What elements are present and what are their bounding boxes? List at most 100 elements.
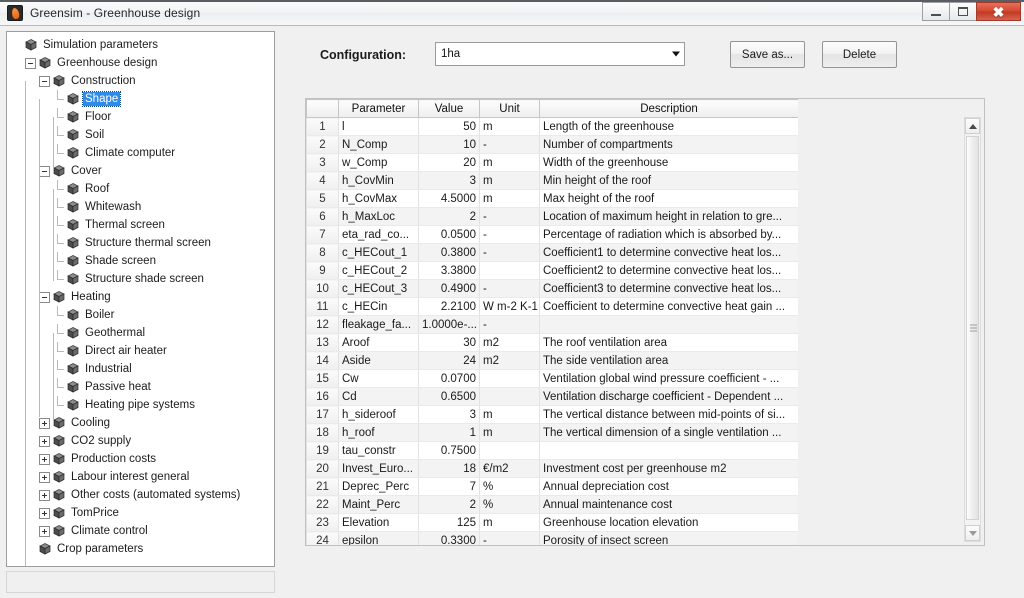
table-row[interactable]: 16 Cd 0.6500 Ventilation discharge coeffici…: [306, 387, 798, 406]
description-cell[interactable]: Coefficient3 to determine convective hea…: [539, 279, 798, 298]
tree-item-climate-control[interactable]: Climate control: [7, 522, 274, 540]
close-button[interactable]: ✖: [976, 2, 1021, 21]
tree-item-shape[interactable]: Shape: [7, 90, 274, 108]
parameter-cell[interactable]: Aside: [338, 351, 419, 370]
unit-cell[interactable]: m: [479, 405, 540, 424]
value-cell[interactable]: 0.0700: [418, 369, 480, 388]
table-row[interactable]: 24 epsilon 0.3300- Porosity of insect scree…: [306, 531, 798, 545]
tree-item-other-costs-automated-systems[interactable]: Other costs (automated systems): [7, 486, 274, 504]
parameter-cell[interactable]: h_roof: [338, 423, 419, 442]
tree-item-simulation-parameters[interactable]: Simulation parameters: [7, 36, 274, 54]
tree-item-shade-screen[interactable]: Shade screen: [7, 252, 274, 270]
collapse-icon[interactable]: [39, 75, 50, 87]
parameter-cell[interactable]: h_sideroof: [338, 405, 419, 424]
tree-item-roof[interactable]: Roof: [7, 180, 274, 198]
parameter-cell[interactable]: eta_rad_co...: [338, 225, 419, 244]
table-row[interactable]: 3 w_Comp 20 m Width of the greenhouse: [306, 153, 798, 172]
expand-icon[interactable]: [39, 525, 50, 537]
tree-item-co2-supply[interactable]: CO2 supply: [7, 432, 274, 450]
description-cell[interactable]: Ventilation discharge coefficient - Depe…: [539, 387, 798, 406]
unit-cell[interactable]: m: [479, 513, 540, 532]
tree-item-crop-parameters[interactable]: Crop parameters: [7, 540, 274, 558]
value-cell[interactable]: 10: [418, 135, 480, 154]
value-cell[interactable]: 18: [418, 459, 480, 478]
unit-cell[interactable]: -: [479, 207, 540, 226]
value-cell[interactable]: 0.3300: [418, 531, 480, 545]
description-cell[interactable]: The vertical distance between mid-points…: [539, 405, 798, 424]
parameter-cell[interactable]: c_HECin: [338, 297, 419, 316]
tree-item-thermal-screen[interactable]: Thermal screen: [7, 216, 274, 234]
table-row[interactable]: 18 h_roof 1 m The vertical dimension of a si…: [306, 423, 798, 442]
unit-cell[interactable]: m: [479, 171, 540, 190]
unit-cell[interactable]: -: [479, 531, 540, 545]
unit-cell[interactable]: -: [479, 279, 540, 298]
value-cell[interactable]: 24: [418, 351, 480, 370]
unit-cell[interactable]: %: [479, 477, 540, 496]
parameter-cell[interactable]: N_Comp: [338, 135, 419, 154]
table-row[interactable]: 19 tau_constr 0.7500: [306, 441, 798, 460]
table-row[interactable]: 13 Aroof 30 m2 The roof ventilation area: [306, 333, 798, 352]
unit-cell[interactable]: €/m2: [479, 459, 540, 478]
description-cell[interactable]: Width of the greenhouse: [539, 153, 798, 172]
save-as-button[interactable]: Save as...: [730, 41, 805, 68]
expand-icon[interactable]: [39, 453, 50, 465]
description-cell[interactable]: Coefficient1 to determine convective hea…: [539, 243, 798, 262]
unit-cell[interactable]: m: [479, 153, 540, 172]
parameter-cell[interactable]: epsilon: [338, 531, 419, 545]
description-cell[interactable]: The side ventilation area: [539, 351, 798, 370]
table-row[interactable]: 5 h_CovMax 4.5000 m Max height of the roof: [306, 189, 798, 208]
table-row[interactable]: 12 fleakage_fa... 1.0000e-... -: [306, 315, 798, 334]
description-cell[interactable]: Ventilation global wind pressure coeffic…: [539, 369, 798, 388]
tree-item-heating-pipe-systems[interactable]: Heating pipe systems: [7, 396, 274, 414]
parameter-cell[interactable]: w_Comp: [338, 153, 419, 172]
value-cell[interactable]: 3: [418, 171, 480, 190]
tree-item-climate-computer[interactable]: Climate computer: [7, 144, 274, 162]
column-header-unit[interactable]: Unit: [479, 99, 540, 118]
table-row[interactable]: 11 c_HECin 2.2100 W m-2 K-1 Coefficient to d…: [306, 297, 798, 316]
column-header-parameter[interactable]: Parameter: [338, 99, 419, 118]
tree-item-industrial[interactable]: Industrial: [7, 360, 274, 378]
value-cell[interactable]: 2: [418, 495, 480, 514]
table-row[interactable]: 8 c_HECout_1 0.3800- Coefficient1 to determ…: [306, 243, 798, 262]
column-header-description[interactable]: Description: [539, 99, 798, 118]
parameter-cell[interactable]: Maint_Perc: [338, 495, 419, 514]
delete-button[interactable]: Delete: [822, 41, 897, 68]
tree-item-floor[interactable]: Floor: [7, 108, 274, 126]
value-cell[interactable]: 0.7500: [418, 441, 480, 460]
description-cell[interactable]: [539, 315, 798, 334]
value-cell[interactable]: 0.6500: [418, 387, 480, 406]
table-row[interactable]: 1 l 50 m Length of the greenhouse: [306, 117, 798, 136]
unit-cell[interactable]: %: [479, 495, 540, 514]
unit-cell[interactable]: m2: [479, 351, 540, 370]
unit-cell[interactable]: W m-2 K-1: [479, 297, 540, 316]
collapse-icon[interactable]: [39, 165, 50, 177]
description-cell[interactable]: Location of maximum height in relation t…: [539, 207, 798, 226]
description-cell[interactable]: Length of the greenhouse: [539, 117, 798, 136]
value-cell[interactable]: 7: [418, 477, 480, 496]
unit-cell[interactable]: -: [479, 315, 540, 334]
description-cell[interactable]: Greenhouse location elevation: [539, 513, 798, 532]
parameter-cell[interactable]: Cw: [338, 369, 419, 388]
value-cell[interactable]: 3.3800: [418, 261, 480, 280]
tree-item-greenhouse-design[interactable]: Greenhouse design: [7, 54, 274, 72]
description-cell[interactable]: Coefficient2 to determine convective hea…: [539, 261, 798, 280]
table-row[interactable]: 6 h_MaxLoc 2- Location of maximum height in…: [306, 207, 798, 226]
description-cell[interactable]: Max height of the roof: [539, 189, 798, 208]
collapse-icon[interactable]: [39, 291, 50, 303]
description-cell[interactable]: Min height of the roof: [539, 171, 798, 190]
tree-item-structure-shade-screen[interactable]: Structure shade screen: [7, 270, 274, 288]
parameter-cell[interactable]: c_HECout_3: [338, 279, 419, 298]
value-cell[interactable]: 1: [418, 423, 480, 442]
description-cell[interactable]: The roof ventilation area: [539, 333, 798, 352]
parameter-cell[interactable]: Elevation: [338, 513, 419, 532]
table-row[interactable]: 14 Aside 24 m2 The side ventilation area: [306, 351, 798, 370]
description-cell[interactable]: Porosity of insect screen: [539, 531, 798, 545]
tree-item-heating[interactable]: Heating: [7, 288, 274, 306]
table-row[interactable]: 10 c_HECout_3 0.4900- Coefficient3 to deter…: [306, 279, 798, 298]
value-cell[interactable]: 4.5000: [418, 189, 480, 208]
unit-cell[interactable]: m2: [479, 333, 540, 352]
table-row[interactable]: 2 N_Comp 10- Number of compartments: [306, 135, 798, 154]
description-cell[interactable]: [539, 441, 798, 460]
table-row[interactable]: 23 Elevation 125 m Greenhouse location eleva…: [306, 513, 798, 532]
parameter-table-viewport[interactable]: Parameter Value Unit Description 1 l 50 m Lengt…: [306, 99, 798, 545]
